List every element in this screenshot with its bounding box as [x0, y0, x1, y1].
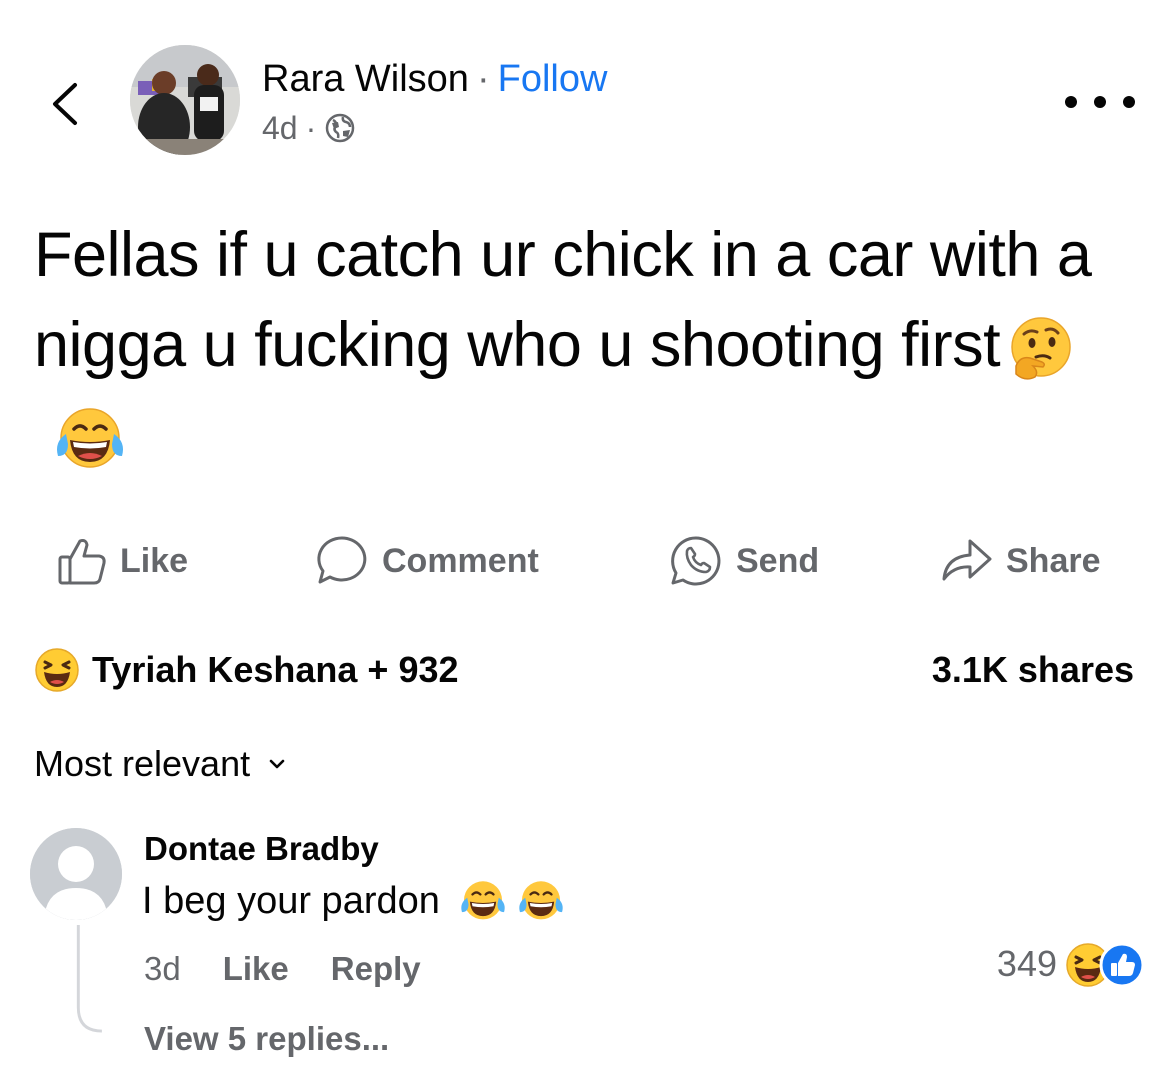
chevron-down-icon: [269, 759, 285, 769]
comment-button[interactable]: Comment: [314, 530, 539, 592]
comment-bubble-icon: [317, 536, 367, 584]
reactions-summary-text: Tyriah Keshana + 932: [92, 649, 459, 690]
back-button[interactable]: [42, 74, 88, 134]
author-photo: [130, 45, 240, 155]
facebook-post-screen: Rara Wilson · Follow 4d · Fellas if u ca…: [0, 0, 1169, 1080]
more-options-button[interactable]: [1065, 88, 1135, 116]
more-dot: [1094, 96, 1106, 108]
send-button[interactable]: Send: [668, 530, 819, 592]
comment-sort-dropdown[interactable]: Most relevant: [34, 738, 286, 790]
author-avatar[interactable]: [130, 45, 240, 155]
tears-of-joy-emoji: [52, 404, 128, 474]
tears-of-joy-emoji: [458, 878, 508, 924]
post-timestamp[interactable]: 4d: [262, 108, 298, 148]
meta-separator: ·: [305, 110, 317, 146]
view-replies-link[interactable]: View 5 replies...: [144, 1020, 389, 1058]
comment-author[interactable]: Dontae Bradby: [144, 830, 379, 868]
reply-thread-line: [76, 925, 102, 1033]
like-label: Like: [120, 541, 189, 580]
comment-reply-button[interactable]: Reply: [331, 950, 421, 988]
post-meta: 4d ·: [262, 108, 356, 148]
comment-reactions[interactable]: 349: [997, 938, 1145, 990]
share-button[interactable]: Share: [940, 530, 1101, 592]
follow-button[interactable]: Follow: [498, 56, 608, 102]
globe-icon: [324, 112, 356, 144]
like-button[interactable]: Like: [56, 530, 188, 592]
default-profile-icon: [30, 828, 122, 920]
comment-body: I beg your pardon: [142, 879, 440, 922]
send-label: Send: [736, 541, 820, 580]
comment-time[interactable]: 3d: [144, 950, 181, 988]
author-line: Rara Wilson · Follow: [262, 56, 607, 102]
post-text: Fellas if u catch ur chick in a car with…: [34, 210, 1144, 480]
share-arrow-icon: [942, 539, 992, 581]
post-action-bar: Like Comment Send Share: [0, 530, 1169, 592]
reactions-summary[interactable]: Tyriah Keshana + 932: [34, 647, 459, 693]
whatsapp-icon: [671, 536, 721, 586]
sort-label: Most relevant: [34, 743, 251, 784]
commenter-avatar[interactable]: [30, 828, 122, 920]
author-separator: ·: [476, 58, 490, 100]
chevron-left-icon: [53, 83, 77, 125]
comment-text: I beg your pardon: [142, 878, 566, 924]
share-label: Share: [1006, 541, 1101, 580]
comment-meta: 3d Like Reply: [144, 944, 421, 994]
haha-reaction-icon: [34, 647, 80, 693]
comment-reaction-icons: [1065, 940, 1145, 988]
tears-of-joy-emoji: [516, 878, 566, 924]
like-reaction-icon: [1099, 942, 1145, 997]
thumbs-up-icon: [58, 539, 106, 585]
comment-label: Comment: [382, 541, 539, 580]
thinking-face-emoji: [1006, 314, 1076, 384]
post-body: Fellas if u catch ur chick in a car with…: [34, 220, 1092, 380]
comment-like-button[interactable]: Like: [223, 950, 289, 988]
comment-reaction-count: 349: [996, 943, 1057, 984]
author-name[interactable]: Rara Wilson: [262, 56, 469, 102]
shares-count[interactable]: 3.1K shares: [932, 649, 1134, 691]
more-dot: [1065, 96, 1077, 108]
more-dot: [1123, 96, 1135, 108]
reactions-summary-row: Tyriah Keshana + 932 3.1K shares: [34, 642, 1134, 698]
